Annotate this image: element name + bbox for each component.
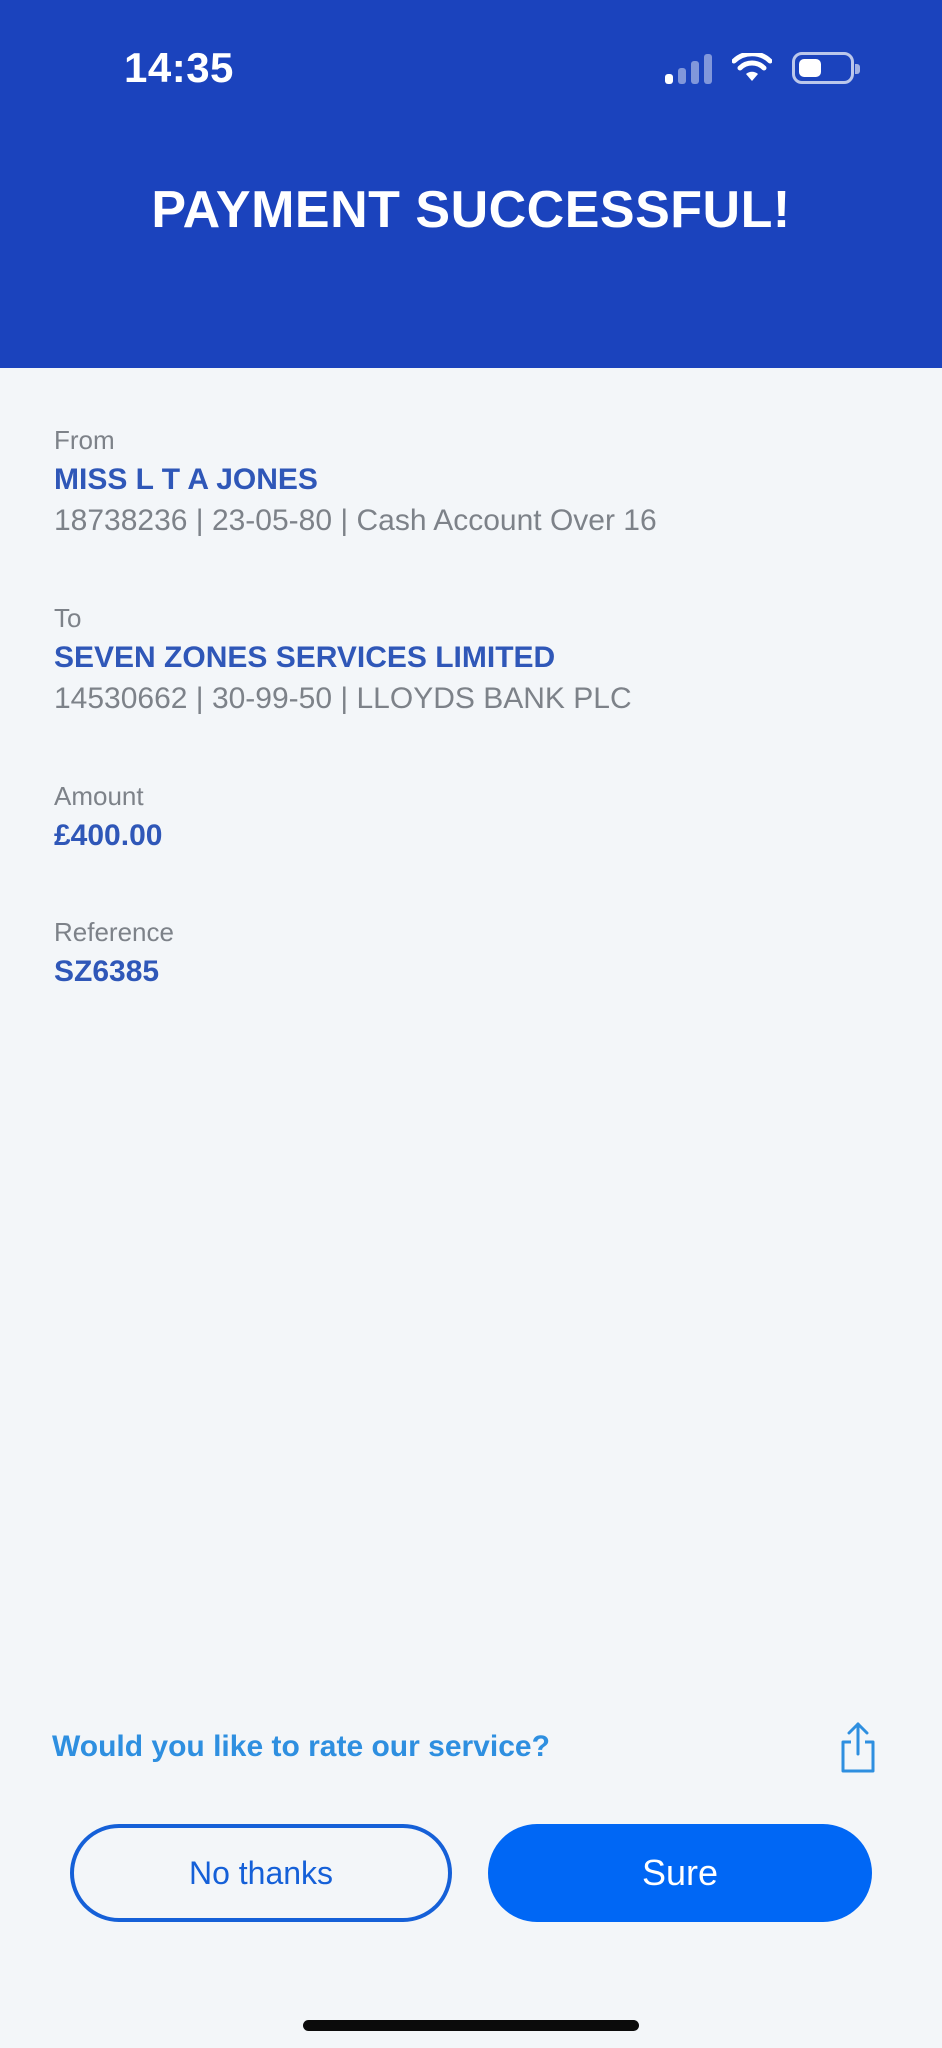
share-button[interactable] [838,1722,878,1774]
status-time: 14:35 [124,44,234,91]
payment-details: From MISS L T A JONES 18738236 | 23-05-8… [54,420,894,1048]
reference-label: Reference [54,917,174,947]
share-icon [841,1722,875,1773]
to-name: SEVEN ZONES SERVICES LIMITED [54,641,556,674]
rate-service-link[interactable]: Would you like to rate our service? [52,1730,550,1764]
no-thanks-button[interactable]: No thanks [70,1824,452,1922]
from-name: MISS L T A JONES [54,463,318,496]
from-account-details: 18738236 | 23-05-80 | Cash Account Over … [54,504,657,537]
amount-value: £400.00 [54,819,163,852]
rate-service-row: Would you like to rate our service? [52,1722,878,1778]
to-label: To [54,603,82,633]
sure-button[interactable]: Sure [488,1824,872,1922]
home-indicator[interactable] [303,2020,639,2031]
battery-icon [792,52,860,84]
to-account-details: 14530662 | 30-99-50 | LLOYDS BANK PLC [54,682,632,715]
payment-confirmation-screen: 14:35 PAYMENT SUCCESSFUL! From MISS L T [0,0,942,2048]
to-section: To SEVEN ZONES SERVICES LIMITED 14530662… [54,598,894,720]
amount-section: Amount £400.00 [54,776,894,856]
cellular-signal-icon [665,52,712,84]
from-section: From MISS L T A JONES 18738236 | 23-05-8… [54,420,894,542]
page-title: PAYMENT SUCCESSFUL! [151,181,791,239]
header: 14:35 PAYMENT SUCCESSFUL! [0,0,942,368]
from-label: From [54,425,115,455]
status-icons [665,50,860,86]
wifi-icon [732,53,772,81]
reference-section: Reference SZ6385 [54,912,894,992]
amount-label: Amount [54,781,144,811]
reference-value: SZ6385 [54,955,160,988]
